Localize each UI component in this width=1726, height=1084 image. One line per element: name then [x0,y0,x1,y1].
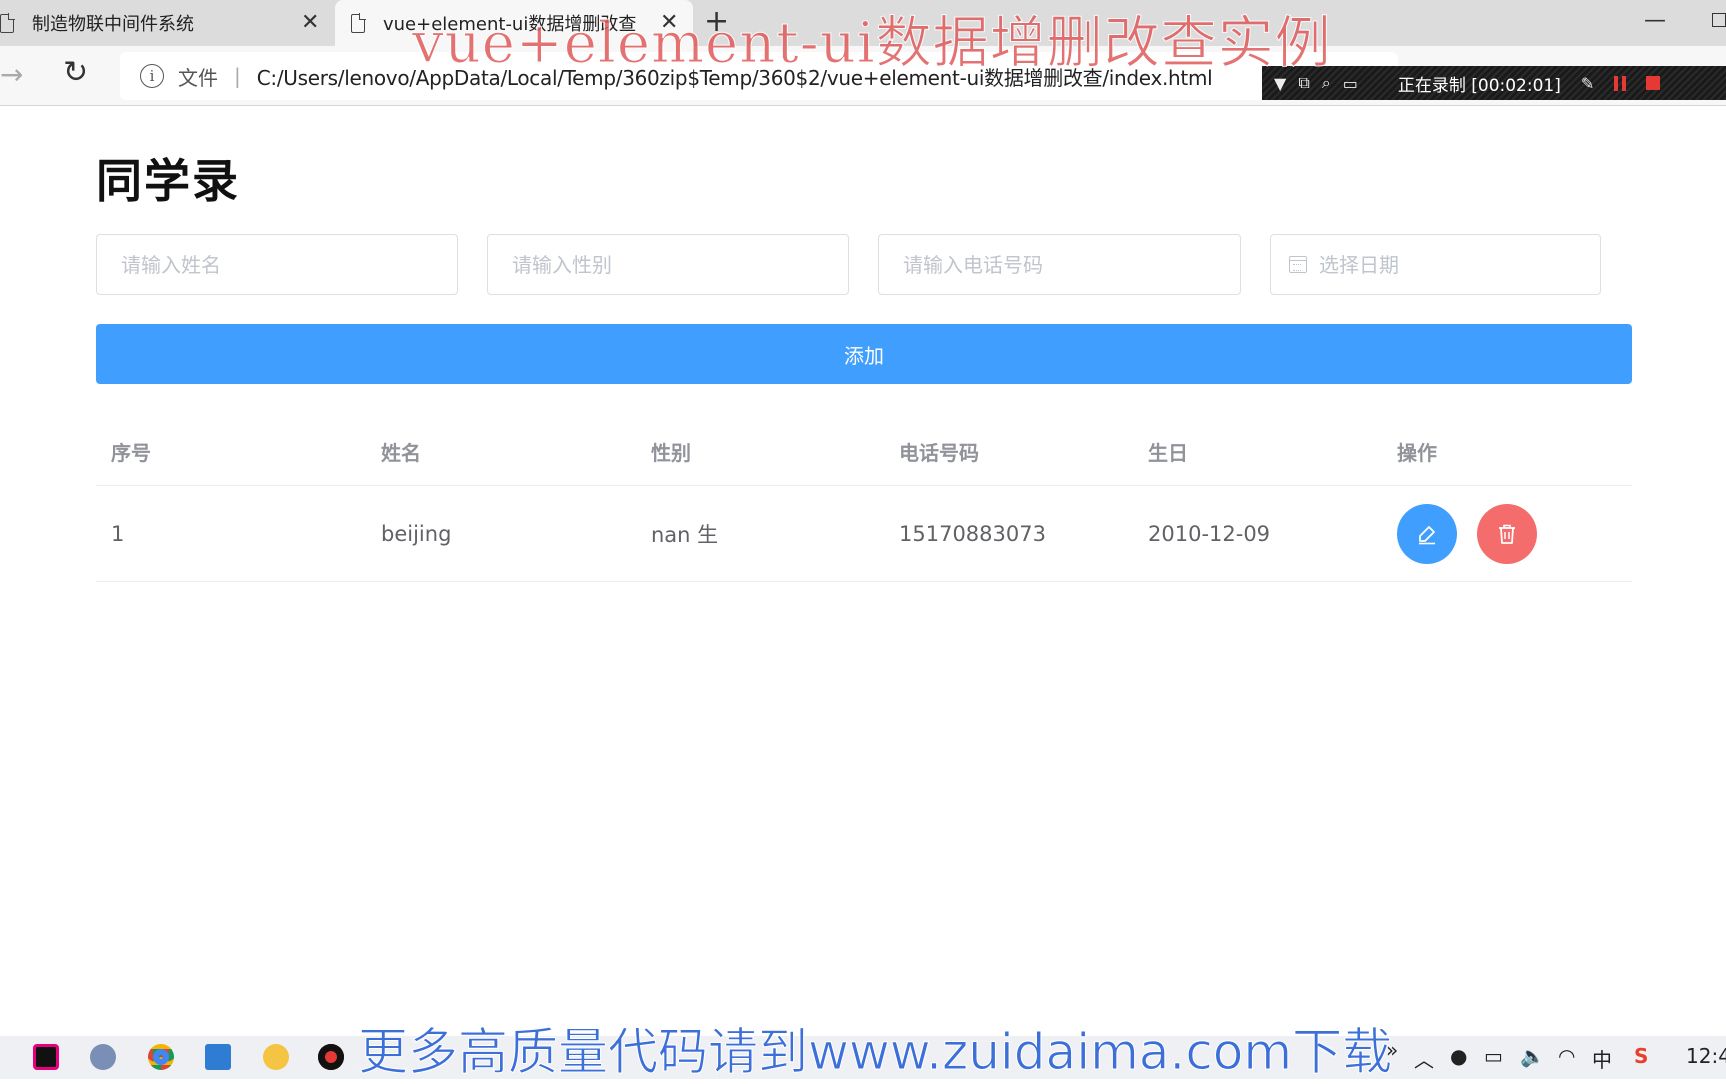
document-icon [0,12,15,33]
ime-indicator[interactable]: 中 [1592,1044,1612,1073]
qq-icon[interactable]: ● [1450,1044,1467,1068]
volume-icon[interactable]: 🔈 [1520,1044,1545,1068]
edit-button[interactable] [1397,503,1457,564]
column-header: 性别 [651,441,691,465]
trash-icon [1499,524,1515,544]
sogou-ime-icon[interactable]: S [1634,1044,1648,1068]
gender-input[interactable] [512,252,848,277]
chrome-icon[interactable] [148,1044,174,1070]
add-button[interactable]: 添加 [96,324,1632,384]
name-field[interactable] [96,234,458,295]
info-icon[interactable]: i [140,64,164,88]
document-icon [351,12,366,33]
file-explorer-icon[interactable] [205,1044,231,1070]
watermark-title: vue+element-ui数据增删改查实例 [412,11,1332,77]
recording-status: 正在录制 [00:02:01] [1397,75,1561,96]
region-icon[interactable]: ▭ [1343,74,1358,93]
calendar-icon [1289,256,1307,273]
wifi-icon[interactable]: ◠ [1558,1044,1575,1068]
pen-icon[interactable]: ✎ [1581,74,1594,93]
cell-gender: nan 生 [651,522,719,547]
stop-icon[interactable] [1646,76,1661,90]
column-header: 电话号码 [899,441,979,465]
reload-button[interactable]: ↻ [63,55,88,90]
minimize-button[interactable]: — [1644,8,1666,33]
maximize-button[interactable] [1712,13,1726,27]
column-header: 操作 [1397,441,1437,465]
gender-field[interactable] [487,234,849,295]
watermark-bottom: 更多高质量代码请到www.zuidaima.com下载 [357,1023,1393,1082]
cell-index: 1 [111,521,125,546]
cell-name: beijing [381,521,452,546]
intellij-icon[interactable] [33,1044,59,1070]
date-input[interactable] [1319,252,1600,277]
forward-button[interactable]: → [0,58,23,91]
column-header: 序号 [111,441,151,465]
column-header: 生日 [1148,441,1188,465]
phone-input[interactable] [903,252,1240,277]
show-hidden-icons-icon[interactable]: ︿ [1414,1044,1434,1073]
tab-title: 制造物联中间件系统 [32,14,194,35]
table-header: 序号 姓名 性别 电话号码 生日 操作 [96,418,1632,486]
battery-icon[interactable]: ▭ [1484,1044,1503,1068]
chat-app-icon[interactable] [263,1044,289,1070]
column-header: 姓名 [381,441,421,465]
close-tab-icon[interactable]: ✕ [301,10,319,35]
pause-icon[interactable] [1614,75,1627,91]
phone-field[interactable] [878,234,1241,295]
cell-birthday: 2010-12-09 [1148,521,1271,546]
cell-phone: 15170883073 [899,521,1046,546]
page-title: 同学录 [96,154,240,208]
name-input[interactable] [121,252,457,277]
address-separator: | [234,64,241,88]
file-scheme-label: 文件 [178,65,218,90]
table-row: 1 beijing nan 生 15170883073 2010-12-09 [96,486,1632,582]
date-picker[interactable] [1270,234,1601,295]
delete-button[interactable] [1477,503,1537,564]
browser-tab-inactive[interactable]: 制造物联中间件系统 ✕ [0,0,333,46]
record-app-icon[interactable] [318,1044,344,1070]
edit-icon [1419,525,1435,544]
avatar-app-icon[interactable] [90,1044,116,1070]
cell-actions [1382,503,1632,564]
student-table: 序号 姓名 性别 电话号码 生日 操作 1 beijing nan 生 1517… [96,418,1632,582]
clock[interactable]: 12:4 [1686,1044,1726,1068]
